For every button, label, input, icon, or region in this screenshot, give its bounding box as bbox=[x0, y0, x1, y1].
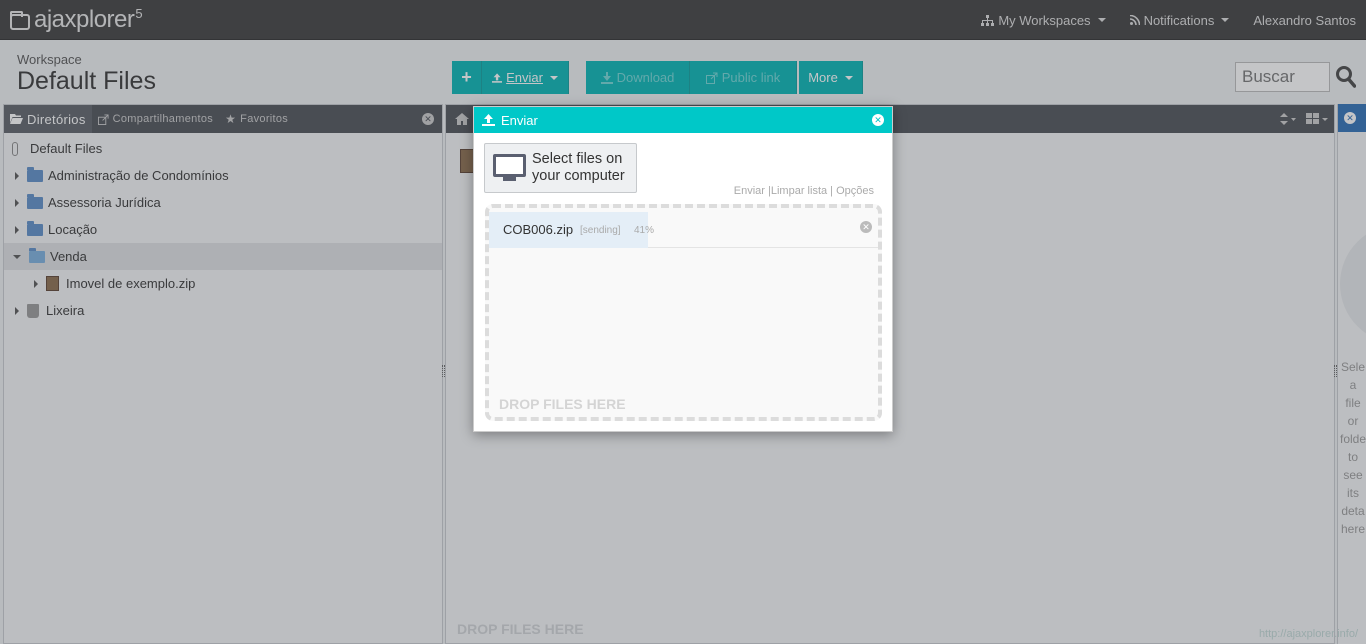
upload-file-row: COB006.zip [sending] 41% ✕ bbox=[489, 212, 878, 248]
select-files-label: Select files on your computer bbox=[532, 151, 625, 184]
upload-dialog-header: Enviar ✕ bbox=[474, 107, 892, 133]
upload-dropzone[interactable]: COB006.zip [sending] 41% ✕ DROP FILES HE… bbox=[485, 204, 882, 421]
monitor-icon bbox=[493, 154, 526, 182]
upload-file-status: [sending] bbox=[580, 225, 621, 236]
remove-file-icon[interactable]: ✕ bbox=[860, 221, 872, 233]
upload-dialog-title: Enviar bbox=[501, 112, 538, 128]
drop-files-text: DROP FILES HERE bbox=[499, 396, 626, 412]
footer-link[interactable]: http://ajaxplorer.info/ bbox=[1259, 628, 1358, 640]
upload-icon bbox=[482, 114, 495, 126]
upload-file-name: COB006.zip bbox=[503, 222, 574, 237]
upload-file-percent: 41% bbox=[634, 225, 655, 236]
close-icon[interactable]: ✕ bbox=[872, 114, 884, 126]
upload-options-links[interactable]: Enviar |Limpar lista | Opções bbox=[734, 185, 874, 197]
upload-dialog: Enviar ✕ Select files on your computer E… bbox=[473, 106, 893, 432]
select-files-button[interactable]: Select files on your computer bbox=[484, 143, 637, 193]
